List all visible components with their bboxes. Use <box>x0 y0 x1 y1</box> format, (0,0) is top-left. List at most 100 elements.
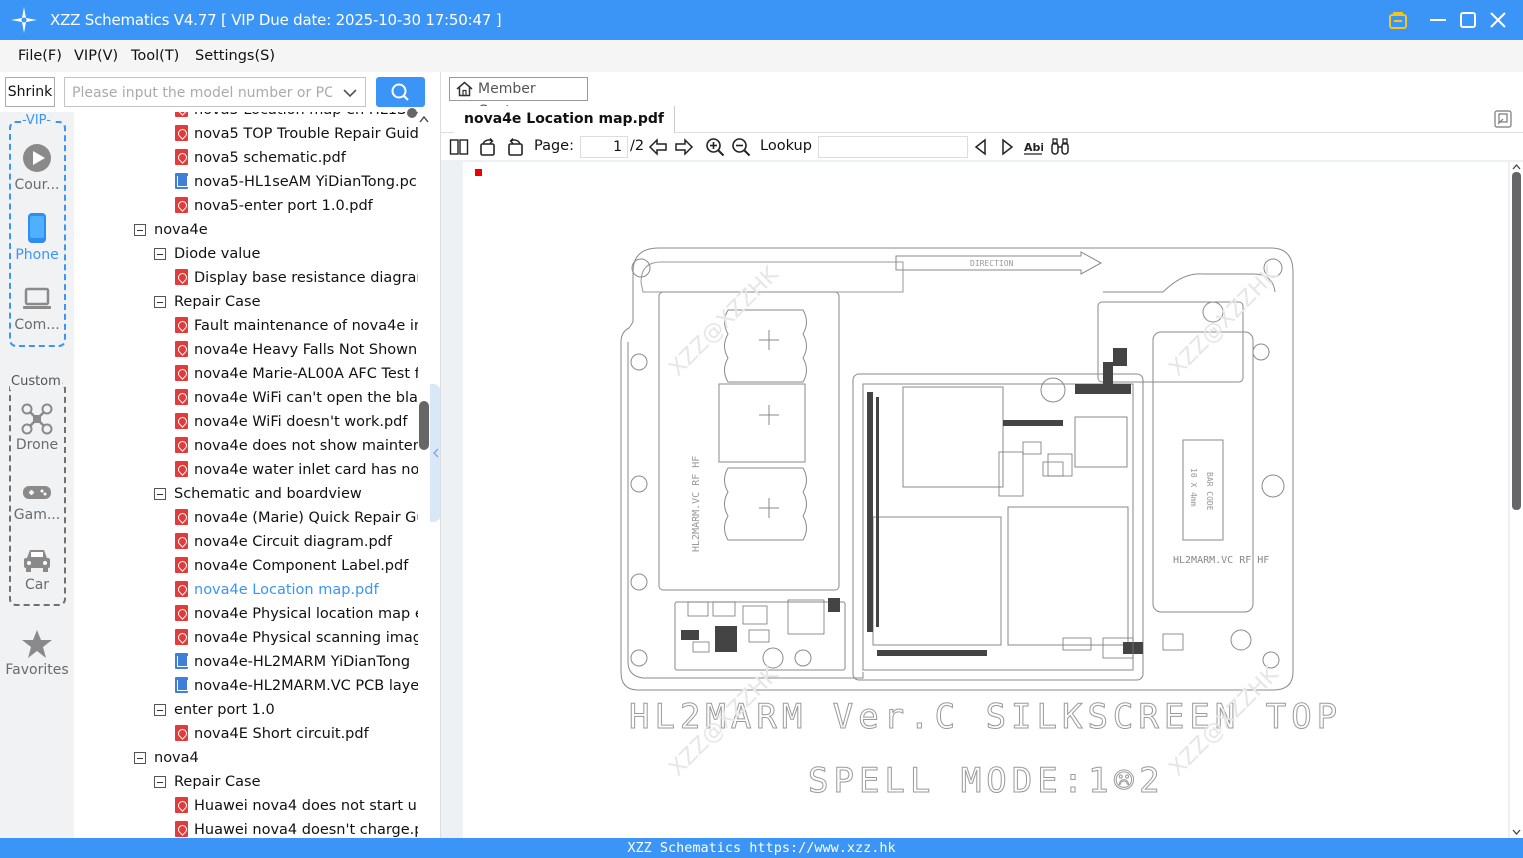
menu-tool[interactable]: Tool(T) <box>131 48 179 64</box>
tree-scrollbar[interactable] <box>418 112 430 838</box>
tree-file-item[interactable]: nova4e Physical scanning imag <box>175 626 418 650</box>
tree-file-item[interactable]: nova4e does not show mainten <box>175 434 418 458</box>
tree-file-item[interactable]: nova4e-HL2MARM YiDianTong <box>175 650 410 674</box>
tree-item-label: nova4e Physical scanning imag <box>194 630 418 646</box>
page-number-input[interactable]: 1 <box>580 136 628 158</box>
tree-scrollbar-thumb[interactable] <box>419 401 429 450</box>
scroll-up-icon[interactable] <box>419 115 429 123</box>
model-search-combo[interactable] <box>64 77 366 107</box>
vip-bag-icon[interactable] <box>1386 8 1410 32</box>
tree-file-item[interactable]: nova4e Heavy Falls Not Shown.p <box>175 338 418 362</box>
schematic-drawing: DIRECTION HL2MARM.VC RF HF BAR CODE 10 X… <box>620 247 1338 802</box>
search-button[interactable] <box>376 77 425 107</box>
collapse-icon[interactable] <box>154 488 166 500</box>
shrink-button[interactable]: Shrink <box>5 77 55 107</box>
file-tree: nova5 Location map en HL1SEA nova5 TOP Tr… <box>74 112 418 838</box>
tree-folder[interactable]: Repair Case <box>154 290 261 314</box>
collapse-icon[interactable] <box>154 776 166 788</box>
tree-file-item[interactable]: nova5-enter port 1.0.pdf <box>175 194 373 218</box>
tree-hscroll-thumb[interactable] <box>407 108 417 118</box>
tree-file-item[interactable]: nova4e-HL2MARM.VC PCB laye <box>175 674 418 698</box>
find-previous-icon[interactable] <box>971 137 991 157</box>
tree-file-item[interactable]: nova4E Short circuit.pdf <box>175 722 369 746</box>
pdf-file-icon <box>175 797 188 813</box>
tree-file-item[interactable]: Huawei nova4 doesn't charge.p <box>175 818 418 838</box>
tree-file-item[interactable]: Display base resistance diagram <box>175 266 418 290</box>
tree-file-item[interactable]: Huawei nova4 does not start up <box>175 794 418 818</box>
tree-file-item[interactable]: nova4e Component Label.pdf <box>175 554 408 578</box>
rotate-right-icon[interactable] <box>505 137 525 157</box>
car-icon[interactable] <box>21 544 53 576</box>
board-label-vertical: HL2MARM.VC RF HF <box>691 456 702 552</box>
tree-folder[interactable]: nova4 <box>134 746 199 770</box>
maximize-icon[interactable] <box>1456 8 1480 32</box>
menu-file[interactable]: File(F) <box>18 48 62 64</box>
sidebar-item-phone[interactable]: Phone <box>4 247 70 263</box>
tree-file-item[interactable]: nova4e water inlet card has nos <box>175 458 418 482</box>
rotate-left-icon[interactable] <box>478 137 498 157</box>
tree-file-item[interactable]: nova4e Circuit diagram.pdf <box>175 530 392 554</box>
pdf-file-icon <box>175 437 188 453</box>
tree-file-item[interactable]: nova5-HL1seAM YiDianTong.pc <box>175 170 417 194</box>
zoom-out-icon[interactable] <box>731 137 751 157</box>
collapse-icon[interactable] <box>134 752 146 764</box>
close-icon[interactable] <box>1486 8 1510 32</box>
phone-icon[interactable] <box>21 212 53 244</box>
minimize-icon[interactable] <box>1426 8 1450 32</box>
collapse-icon[interactable] <box>134 224 146 236</box>
member-center-button[interactable]: Member Center <box>449 77 588 119</box>
menu-settings[interactable]: Settings(S) <box>195 48 275 64</box>
tree-folder[interactable]: Repair Case <box>154 770 261 794</box>
next-page-icon[interactable] <box>674 137 694 157</box>
tree-file-item[interactable]: nova4e Marie-AL00A AFC Test f <box>175 362 418 386</box>
collapse-icon[interactable] <box>154 248 166 260</box>
pdf-file-icon <box>175 821 188 837</box>
tree-item-label: nova4e Marie-AL00A AFC Test f <box>194 366 418 382</box>
laptop-icon[interactable] <box>21 284 53 316</box>
find-next-icon[interactable] <box>997 137 1017 157</box>
search-input[interactable] <box>72 83 332 103</box>
pdf-scroll-down-icon[interactable] <box>1512 829 1521 836</box>
gamepad-icon[interactable] <box>21 477 53 509</box>
tree-file-item[interactable]: Fault maintenance of nova4e in <box>175 314 418 338</box>
tree-file-item[interactable]: nova4e Physical location map e <box>175 602 418 626</box>
zoom-in-icon[interactable] <box>705 137 725 157</box>
chevron-down-icon[interactable] <box>343 86 357 100</box>
play-circle-icon[interactable] <box>21 142 53 174</box>
collapse-icon[interactable] <box>154 704 166 716</box>
match-case-icon[interactable]: Abi <box>1023 137 1043 157</box>
tree-folder[interactable]: nova4e <box>134 218 208 242</box>
previous-page-icon[interactable] <box>648 137 668 157</box>
tab-document[interactable]: nova4e Location map.pdf <box>454 106 676 133</box>
pdf-scrollbar-thumb[interactable] <box>1512 172 1521 510</box>
restore-window-icon[interactable] <box>1494 110 1512 128</box>
tree-file-item[interactable]: nova4e (Marie) Quick Repair Gu <box>175 506 418 530</box>
find-all-binoculars-icon[interactable] <box>1050 137 1070 157</box>
sidebar-item-computer[interactable]: Com... <box>4 317 70 333</box>
menu-vip[interactable]: VIP(V) <box>74 48 118 64</box>
lookup-input[interactable] <box>818 136 968 158</box>
sidebar-item-favorites[interactable]: Favorites <box>4 662 70 678</box>
pdf-page[interactable]: DIRECTION HL2MARM.VC RF HF BAR CODE 10 X… <box>463 162 1508 838</box>
collapse-icon[interactable] <box>154 296 166 308</box>
tree-file-item[interactable]: nova5 Location map en HL1SEA <box>175 112 418 122</box>
sidebar-item-car[interactable]: Car <box>4 577 70 593</box>
pdf-scroll-up-icon[interactable] <box>1512 163 1521 170</box>
watermark-2: XZZ@XZZHK <box>1165 262 1284 381</box>
tree-file-item[interactable]: nova5 TOP Trouble Repair Guid <box>175 122 418 146</box>
tree-folder[interactable]: Schematic and boardview <box>154 482 362 506</box>
sidebar-item-games[interactable]: Gam... <box>4 507 70 523</box>
star-icon[interactable] <box>21 628 53 660</box>
sidebar-item-drone[interactable]: Drone <box>4 437 70 453</box>
tree-file-item[interactable]: nova4e Location map.pdf <box>175 578 379 602</box>
tree-file-item[interactable]: nova5 schematic.pdf <box>175 146 346 170</box>
sidebar-item-courses[interactable]: Cour... <box>4 177 70 193</box>
tree-item-label: nova4e water inlet card has nos <box>194 462 418 478</box>
drone-icon[interactable] <box>21 403 53 435</box>
pdf-file-icon <box>175 557 188 573</box>
tree-folder[interactable]: Diode value <box>154 242 260 266</box>
tree-file-item[interactable]: nova4e WiFi can't open the bla <box>175 386 418 410</box>
tree-file-item[interactable]: nova4e WiFi doesn't work.pdf <box>175 410 408 434</box>
tree-folder[interactable]: enter port 1.0 <box>154 698 275 722</box>
two-page-view-icon[interactable] <box>449 137 469 157</box>
